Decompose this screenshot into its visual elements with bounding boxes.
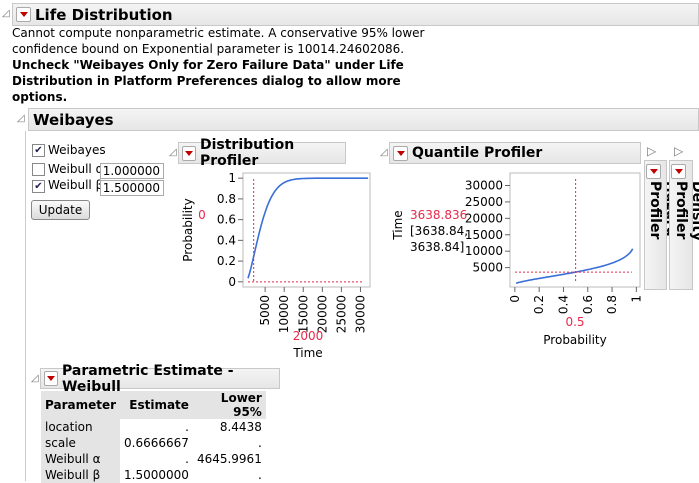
collapse-icon[interactable]: ◿	[31, 373, 39, 384]
y-tick-label: 15000	[465, 228, 503, 242]
y-tick-label: 0.4	[217, 233, 236, 247]
table-row: location. 8.4438	[41, 419, 266, 435]
plot-frame	[242, 172, 371, 288]
parametric-estimate-header: Parametric Estimate - Weibull	[40, 363, 280, 395]
x-tick-label: 1	[629, 295, 643, 303]
y-axis-label: Time	[391, 210, 405, 240]
y-tick-label: 0.8	[217, 192, 236, 206]
parametric-estimate-title: Parametric Estimate - Weibull	[61, 362, 234, 395]
confidence-interval: [3638.84,	[410, 224, 468, 238]
y-axis-label: Probability	[181, 198, 195, 261]
cell: scale	[41, 435, 121, 451]
y-tick-label: 25000	[465, 195, 503, 209]
y-tick-label: 5000	[472, 261, 503, 275]
confidence-interval: 3638.84]	[410, 240, 464, 254]
y-tick-label: 0	[228, 275, 236, 289]
x-tick-label: 0	[508, 295, 522, 303]
x-axis-label: Time	[292, 346, 322, 360]
x-tick-label: 0.4	[556, 295, 570, 314]
x-tick-label: 0.2	[532, 295, 546, 314]
cell: .	[185, 420, 189, 434]
x-tick-label: 25000	[334, 295, 348, 333]
column-header: Parameter	[41, 391, 121, 419]
x-axis-label: Probability	[543, 333, 606, 347]
column-header: Lower 95%	[192, 391, 266, 419]
y-tick-label: 10000	[465, 244, 503, 258]
current-y-value: 0	[198, 208, 206, 222]
parametric-estimate-table: Parameter Estimate Lower 95% location. 8.…	[41, 391, 266, 483]
cell: 8.4438	[219, 420, 262, 434]
plot-frame	[509, 172, 641, 288]
x-tick-label: 0.8	[605, 295, 619, 314]
cell: .	[258, 436, 262, 450]
current-y-value: 3638.836	[410, 208, 467, 222]
table-header-row: Parameter Estimate Lower 95%	[41, 391, 266, 419]
y-tick-label: 1	[228, 171, 236, 185]
x-tick-label: 5000	[258, 295, 272, 326]
cell: 4645.9961	[196, 452, 262, 466]
cell: 0.6666667	[124, 436, 189, 450]
table-row: Weibull α. 4645.9961	[41, 451, 266, 467]
cell: .	[185, 452, 189, 466]
y-tick-label: 20000	[465, 211, 503, 225]
red-triangle-menu-icon[interactable]	[44, 371, 58, 386]
column-header: Estimate	[120, 391, 193, 419]
current-x-value: 2000	[293, 329, 324, 343]
y-tick-label: 0.2	[217, 254, 236, 268]
y-tick-label: 0.6	[217, 213, 236, 227]
table-row: scale 0.6666667.	[41, 435, 266, 451]
current-x-value: 0.5	[565, 315, 584, 329]
x-tick-label: 20000	[315, 295, 329, 333]
cell: Weibull α	[41, 451, 121, 467]
x-tick-label: 10000	[277, 295, 291, 333]
x-tick-label: 30000	[353, 295, 367, 333]
x-tick-label: 15000	[296, 295, 310, 333]
y-tick-label: 30000	[465, 178, 503, 192]
x-tick-label: 0.6	[581, 295, 595, 314]
cell: location	[41, 419, 121, 435]
